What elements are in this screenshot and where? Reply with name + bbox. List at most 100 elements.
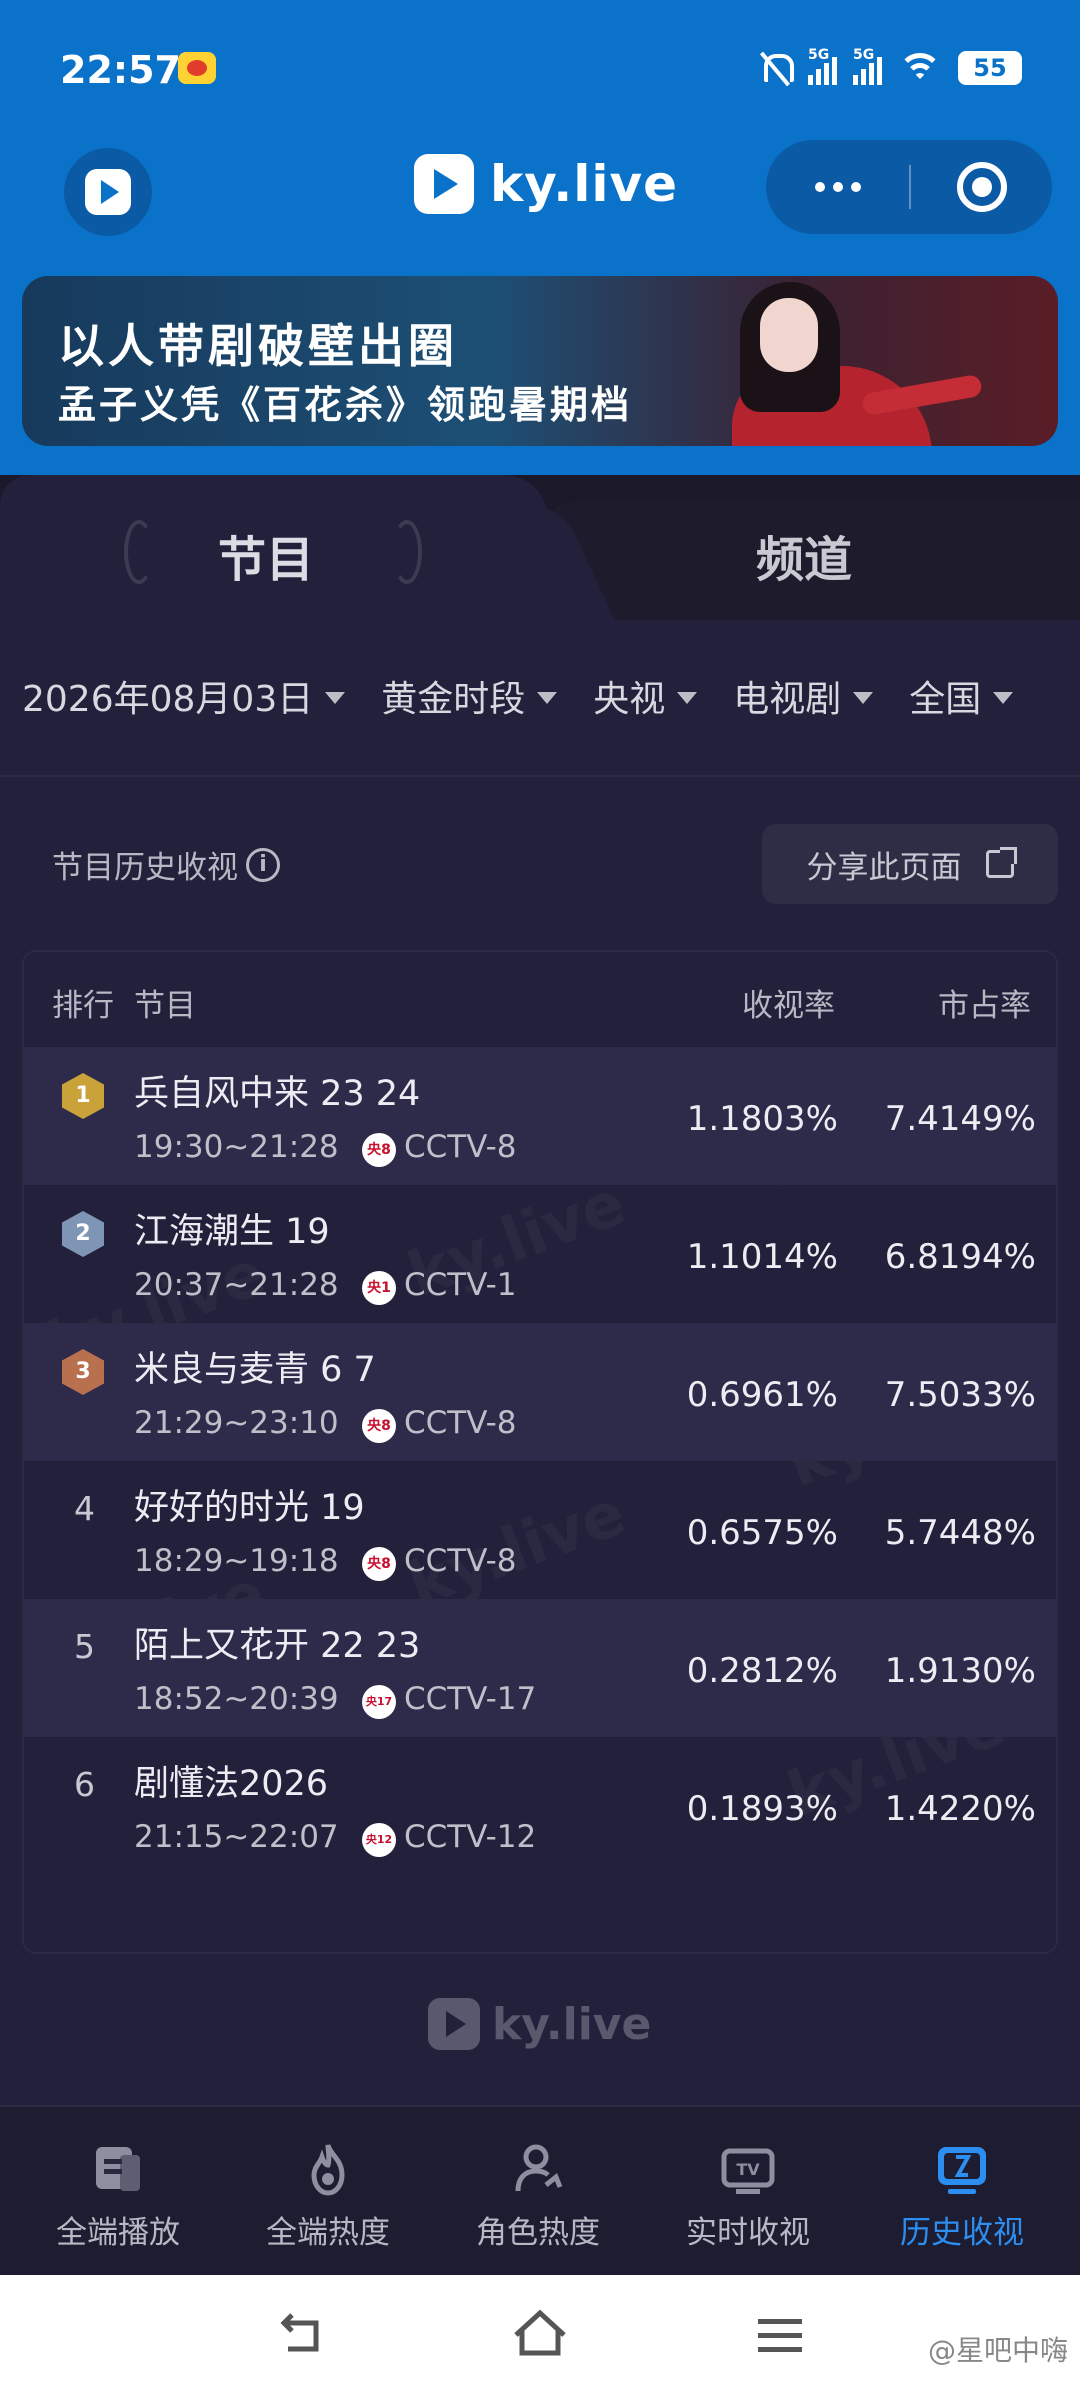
nav-label: 历史收视	[900, 2215, 1024, 2251]
filter-timeslot[interactable]: 黄金时段	[381, 670, 558, 722]
table-row[interactable]: 1 兵自风中来 23 24 19:30~21:28 央8 CCTV-8 1.1803% 7.…	[24, 1047, 1056, 1185]
table-row[interactable]: 2 江海潮生 19 20:37~21:28 央1 CCTV-1 1.1014% 6.8194…	[24, 1185, 1056, 1323]
header-rank: 排行	[52, 988, 114, 1024]
filter-region[interactable]: 全国	[909, 670, 1014, 722]
nav-history-ratings[interactable]: 历史收视	[862, 2107, 1062, 2277]
app-header: ky.live	[0, 140, 1080, 280]
close-miniapp-button[interactable]	[911, 140, 1052, 234]
rank-medal-icon: 3	[62, 1349, 104, 1395]
program-name: 江海潮生 19	[134, 1212, 330, 1252]
rating-value: 0.1893%	[686, 1789, 838, 1829]
miniapp-capsule	[766, 140, 1052, 234]
filter-timeslot-label: 黄金时段	[381, 679, 526, 720]
program-time: 21:15~22:07	[134, 1819, 339, 1855]
caret-down-icon	[677, 692, 698, 704]
status-time: 22:57	[60, 48, 181, 92]
filter-region-label: 全国	[909, 679, 982, 720]
program-time: 21:29~23:10	[134, 1405, 339, 1441]
home-icon[interactable]	[510, 2305, 570, 2365]
nav-label: 角色热度	[476, 2215, 600, 2251]
more-dots-icon	[814, 182, 825, 192]
brand-name: ky.live	[490, 155, 679, 213]
program-name: 米良与麦青 6 7	[134, 1350, 376, 1390]
program-name: 好好的时光 19	[134, 1488, 365, 1528]
program-time: 18:29~19:18	[134, 1543, 339, 1579]
channel-name: CCTV-12	[404, 1819, 537, 1855]
kylive-logo-icon	[428, 1998, 480, 2050]
table-row[interactable]: 5 陌上又花开 22 23 18:52~20:39 央17 CCTV-17 0.2812%…	[24, 1599, 1056, 1737]
channel-logo-icon: 央12	[362, 1823, 396, 1857]
rating-value: 1.1014%	[686, 1237, 838, 1277]
target-icon	[956, 162, 1007, 212]
rank-medal-icon: 2	[62, 1211, 104, 1257]
channel-name: CCTV-1	[404, 1267, 517, 1303]
share-value: 7.4149%	[884, 1099, 1036, 1139]
more-button[interactable]	[766, 140, 909, 234]
share-value: 1.4220%	[884, 1789, 1036, 1829]
table-row[interactable]: 6 剧懂法2026 21:15~22:07 央12 CCTV-12 0.1893% 1.42…	[24, 1737, 1056, 1875]
flame-icon	[311, 2144, 345, 2196]
status-indicators: 5G 5G 55	[758, 46, 1022, 90]
channel-logo-icon: 央8	[362, 1547, 396, 1581]
channel-name: CCTV-17	[404, 1681, 537, 1717]
weibo-notification-icon	[178, 52, 216, 84]
filter-genre[interactable]: 电视剧	[733, 670, 874, 722]
status-bar: 22:57 5G 5G 55	[0, 0, 1080, 140]
signal-label: 5G	[853, 47, 875, 63]
nav-realtime-ratings[interactable]: TV 实时收视	[648, 2107, 848, 2277]
share-value: 1.9130%	[884, 1651, 1036, 1691]
nav-label: 全端热度	[266, 2215, 390, 2251]
info-icon[interactable]: i	[246, 847, 280, 882]
filter-broadcaster[interactable]: 央视	[593, 670, 698, 722]
battery-icon: 55	[958, 51, 1022, 85]
rank-medal-icon: 1	[62, 1073, 104, 1119]
filter-date-label: 2026年08月03日	[22, 679, 314, 720]
weibo-watermark: @星吧中嗨	[927, 2334, 1068, 2367]
tab-channel-label[interactable]: 频道	[756, 520, 852, 590]
nav-role-heat[interactable]: 角色热度	[438, 2107, 638, 2277]
back-icon[interactable]	[272, 2305, 332, 2365]
rating-value: 0.2812%	[686, 1651, 838, 1691]
promo-banner[interactable]: 以人带剧破壁出圈 孟子义凭《百花杀》领跑暑期档	[22, 276, 1058, 446]
banner-actress-image	[712, 276, 1058, 446]
caret-down-icon	[993, 692, 1014, 704]
section-title: 节目历史收视 i	[52, 842, 280, 887]
kylive-logo-icon	[414, 154, 474, 214]
header-share[interactable]: 市占率	[938, 980, 1031, 1025]
share-value: 5.7448%	[884, 1513, 1036, 1553]
footer-logo: ky.live	[428, 1998, 651, 2050]
program-time: 20:37~21:28	[134, 1267, 339, 1303]
menu-icon[interactable]	[750, 2305, 810, 2365]
channel-name: CCTV-8	[404, 1543, 517, 1579]
app-logo-button[interactable]	[64, 148, 152, 236]
channel-name: CCTV-8	[404, 1129, 517, 1165]
channel-logo-icon: 央8	[362, 1133, 396, 1167]
bell-muted-icon	[758, 50, 794, 86]
tab-program-label[interactable]: 节目	[218, 520, 314, 590]
channel-name: CCTV-8	[404, 1405, 517, 1441]
header-rating[interactable]: 收视率	[742, 980, 835, 1025]
tv-icon: TV	[721, 2148, 775, 2194]
caret-down-icon	[325, 692, 346, 704]
nav-all-heat[interactable]: 全端热度	[228, 2107, 428, 2277]
table-row[interactable]: 4 好好的时光 19 18:29~19:18 央8 CCTV-8 0.6575% 5.744…	[24, 1461, 1056, 1599]
bottom-nav: 全端播放 全端热度 角色热度 TV 实时收视 历史收视	[0, 2105, 1080, 2275]
divider	[0, 775, 1080, 777]
share-value: 6.8194%	[884, 1237, 1036, 1277]
play-logo-icon	[85, 169, 131, 215]
program-name: 陌上又花开 22 23	[134, 1626, 421, 1666]
nav-all-playback[interactable]: 全端播放	[18, 2107, 218, 2277]
media-icon	[96, 2147, 140, 2191]
nav-label: 全端播放	[56, 2215, 180, 2251]
share-page-button[interactable]: 分享此页面	[762, 824, 1058, 904]
table-row[interactable]: 3 米良与麦青 6 7 21:29~23:10 央8 CCTV-8 0.6961% 7.50…	[24, 1323, 1056, 1461]
program-name: 兵自风中来 23 24	[134, 1074, 421, 1114]
banner-subline: 孟子义凭《百花杀》领跑暑期档	[58, 383, 633, 427]
signal-icon: 5G	[853, 47, 882, 85]
ratings-table: 排行 节目 收视率 市占率 ky.live ky.live ky.live ky…	[22, 950, 1058, 1954]
banner-headline: 以人带剧破壁出圈	[58, 319, 458, 373]
signal-icon: 5G	[808, 47, 837, 85]
laurel-left-icon	[124, 520, 154, 584]
filter-date[interactable]: 2026年08月03日	[22, 670, 346, 722]
svg-text:TV: TV	[736, 2160, 760, 2179]
